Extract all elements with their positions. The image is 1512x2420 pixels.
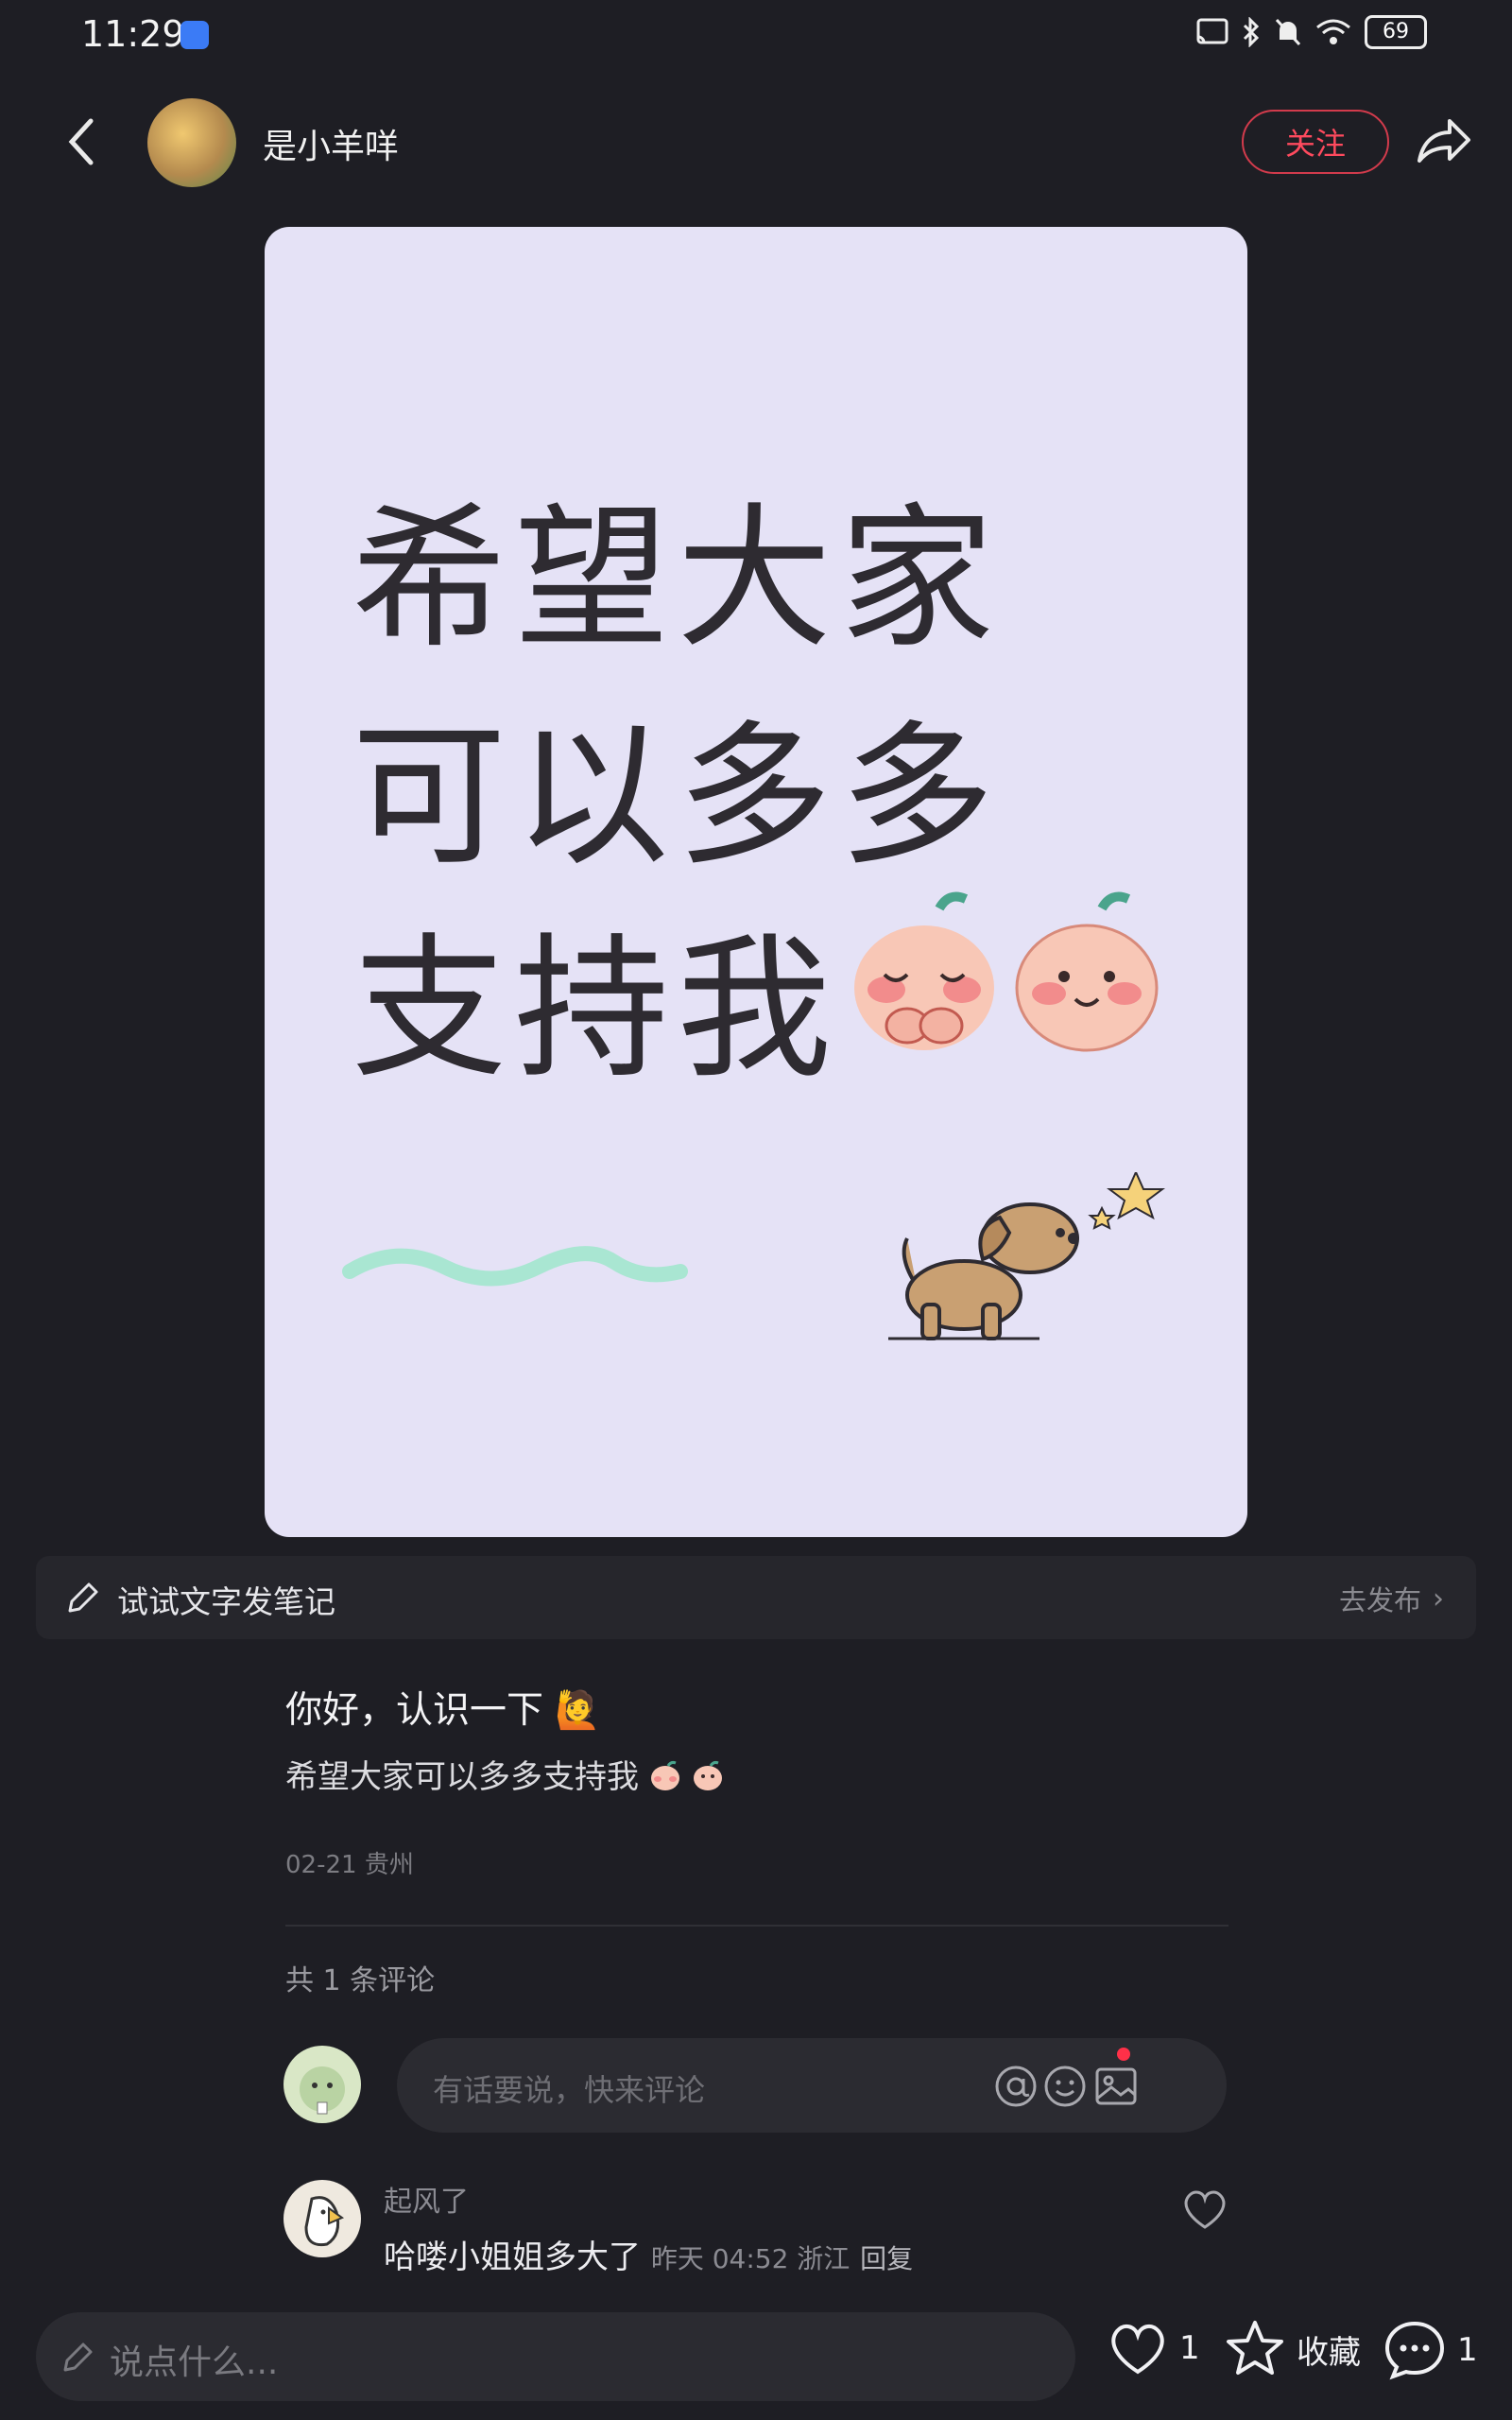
follow-button[interactable]: 关注 <box>1242 110 1389 174</box>
emoji-icon[interactable] <box>1041 2063 1089 2110</box>
comment-input[interactable]: 有话要说，快来评论 <box>397 2038 1227 2133</box>
collect-button[interactable]: 收藏 <box>1225 2320 1361 2378</box>
avatar-illustration-icon <box>300 2066 345 2115</box>
post-description-text: 希望大家可以多多支持我 <box>285 1758 639 1796</box>
comment-bubble-icon <box>1384 2321 1445 2380</box>
post-image[interactable]: 希望大家 可以多多 支持我 <box>265 227 1247 1537</box>
pencil-icon <box>68 1582 98 1613</box>
peach-smile-emoji-icon <box>1015 891 1159 1052</box>
image-icon[interactable] <box>1092 2063 1140 2110</box>
my-avatar <box>284 2046 361 2123</box>
peach-smile-emoji-icon <box>693 1760 722 1790</box>
comment-row: 哈喽小姐姐多大了 昨天 04:52 浙江 回复 <box>384 2231 913 2277</box>
post-title: 你好，认识一下 🙋 <box>285 1689 601 1732</box>
image-text-line1: 希望大家 <box>352 489 1003 669</box>
share-icon[interactable] <box>1414 112 1472 170</box>
bottom-input-placeholder: 说点什么... <box>110 2343 279 2382</box>
image-text-line2: 可以多多 <box>352 706 1003 887</box>
reply-button[interactable]: 回复 <box>860 2243 913 2274</box>
comment-input-placeholder: 有话要说，快来评论 <box>433 2072 706 2108</box>
at-icon[interactable] <box>992 2063 1040 2110</box>
divider <box>285 1925 1228 1927</box>
like-count: 1 <box>1179 2329 1200 2367</box>
pencil-icon <box>63 2342 93 2372</box>
try-text-note-label: 试试文字发笔记 <box>117 1583 335 1620</box>
wifi-icon <box>1316 19 1350 44</box>
author-avatar[interactable] <box>147 98 236 187</box>
bottom-comment-input[interactable]: 说点什么... <box>36 2312 1075 2401</box>
comment-meta: 昨天 04:52 浙江 <box>650 2243 850 2274</box>
peach-shy-emoji-icon <box>650 1760 679 1790</box>
notification-dot <box>1117 2048 1130 2061</box>
comment-text: 哈喽小姐姐多大了 <box>384 2238 641 2276</box>
like-button[interactable]: 1 <box>1108 2320 1200 2377</box>
wave-underline <box>342 1246 688 1287</box>
shield-icon <box>180 21 209 49</box>
cast-icon <box>1196 18 1228 44</box>
heart-icon <box>1111 2324 1164 2375</box>
post-description: 希望大家可以多多支持我 <box>285 1751 724 1797</box>
peach-shy-emoji-icon <box>854 891 994 1050</box>
commenter-name[interactable]: 起风了 <box>384 2178 469 2220</box>
status-icons: 69 <box>1196 15 1427 49</box>
publish-link[interactable]: 去发布 <box>1339 1579 1421 1618</box>
collect-label: 收藏 <box>1297 2333 1361 2372</box>
post-meta: 02-21 贵州 <box>285 1851 414 1879</box>
avatar-illustration-icon <box>304 2196 345 2247</box>
try-text-note-bar[interactable]: 试试文字发笔记 去发布 › <box>36 1556 1476 1639</box>
comment-count: 共 1 条评论 <box>285 1964 436 1997</box>
dog-sticker-icon <box>888 1172 1165 1340</box>
bluetooth-icon <box>1243 17 1260 47</box>
battery-icon: 69 <box>1365 15 1427 49</box>
commenter-avatar[interactable] <box>284 2180 361 2257</box>
comment-button[interactable]: 1 <box>1383 2320 1478 2380</box>
comment-count-badge: 1 <box>1457 2331 1478 2369</box>
comment-like-icon[interactable] <box>1181 2187 1228 2231</box>
chevron-right-icon: › <box>1433 1582 1444 1616</box>
author-name[interactable]: 是小羊咩 <box>263 119 399 168</box>
image-text-line3: 支持我 <box>352 919 840 1099</box>
star-icon <box>1227 2321 1283 2375</box>
mute-icon <box>1275 18 1301 46</box>
back-icon[interactable] <box>62 113 100 170</box>
status-time: 11:29 <box>81 13 185 55</box>
